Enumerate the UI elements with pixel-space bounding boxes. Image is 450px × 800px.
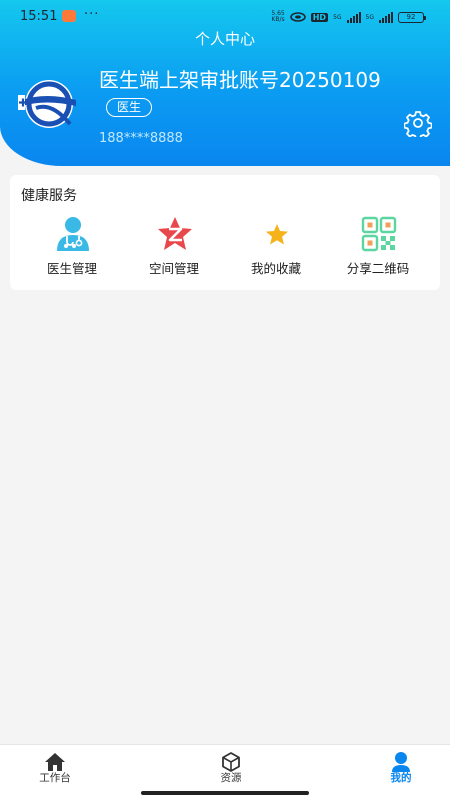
battery-icon: 92 <box>398 11 426 23</box>
hd-volte-icon: HD <box>310 12 329 22</box>
page-title: 个人中心 <box>194 30 255 48</box>
signal-2-label: 5G <box>365 13 374 21</box>
tab-label: 资源 <box>220 772 242 784</box>
role-badge: 医生 <box>106 98 152 117</box>
doctor-icon <box>57 217 89 251</box>
status-time: 15:51 <box>20 9 58 24</box>
tab-workbench[interactable]: 工作台 <box>5 745 105 795</box>
phone-number: 188****8888 <box>99 131 183 146</box>
signal-icon <box>346 11 361 23</box>
tab-resources[interactable]: 资源 <box>181 745 281 795</box>
user-name: 医生端上架审批账号20250109 <box>99 68 381 92</box>
service-label: 空间管理 <box>148 261 199 276</box>
service-share-qr-code[interactable]: 分享二维码 <box>328 215 428 279</box>
section-title: 健康服务 <box>21 188 77 204</box>
tab-label: 工作台 <box>39 772 71 784</box>
wifi-icon <box>289 12 306 22</box>
favorite-star-icon <box>266 224 288 245</box>
service-space-management[interactable]: 空间管理 <box>124 215 224 279</box>
qr-code-icon <box>361 216 397 252</box>
tab-mine[interactable]: 我的 <box>351 745 450 795</box>
avatar[interactable] <box>16 78 82 130</box>
service-label: 分享二维码 <box>346 261 410 276</box>
home-indicator <box>141 791 309 795</box>
signal-icon <box>379 11 393 23</box>
profile-header: 15:51 ··· 5.65 KB/s HD 5G 5G 92 个人中心 医生端… <box>0 0 450 166</box>
more-notifications-icon: ··· <box>84 7 100 22</box>
signal-1-label: 5G <box>333 13 342 21</box>
status-indicators: 5.65 KB/s HD 5G 5G 92 <box>271 9 426 25</box>
network-speed: 5.65 KB/s <box>271 11 284 23</box>
tab-label: 我的 <box>390 772 412 784</box>
service-my-favorites[interactable]: 我的收藏 <box>226 215 326 279</box>
service-label: 医生管理 <box>46 261 97 276</box>
service-doctor-management[interactable]: 医生管理 <box>22 215 122 279</box>
network-speed-unit: KB/s <box>271 16 285 23</box>
notification-app-icon <box>62 10 76 22</box>
space-star-icon <box>158 217 192 250</box>
settings-gear-icon[interactable] <box>404 109 432 137</box>
health-services-card: 健康服务 医生管理 空间管理 我的收藏 分享二维码 <box>10 175 440 290</box>
service-label: 我的收藏 <box>250 261 301 276</box>
